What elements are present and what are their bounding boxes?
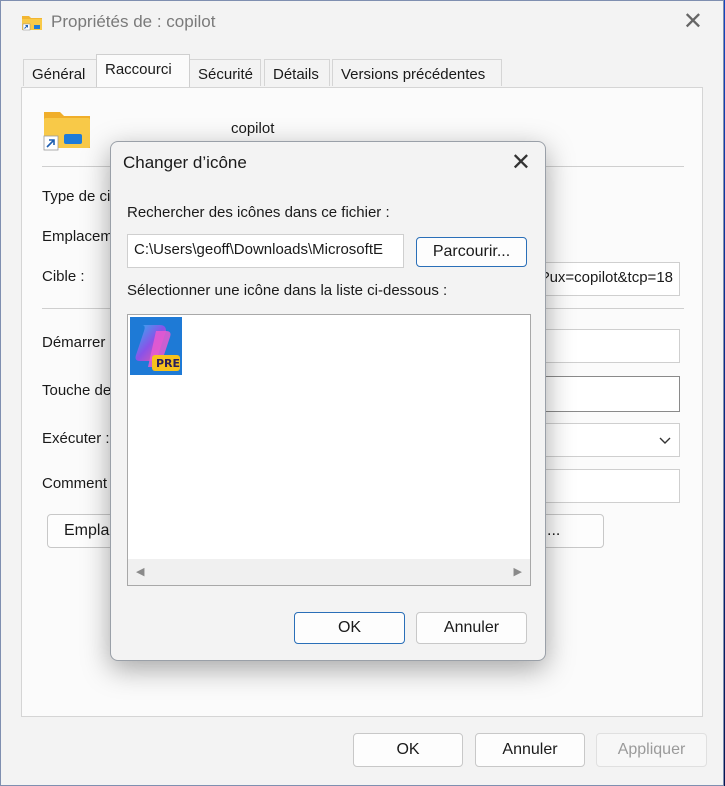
change-icon-dialog: Changer d’icône ✕ Rechercher des icônes … xyxy=(110,141,546,661)
location-label: Emplacem xyxy=(42,228,113,245)
target-label: Cible : xyxy=(42,268,85,285)
ok-button[interactable]: OK xyxy=(353,733,463,767)
shortcut-folder-icon xyxy=(42,106,92,152)
scroll-left-icon[interactable]: ◀ xyxy=(136,565,144,578)
cancel-button[interactable]: Annuler xyxy=(475,733,585,767)
scroll-right-icon[interactable]: ▶ xyxy=(514,565,522,578)
close-icon[interactable]: ✕ xyxy=(511,148,531,177)
tab-details[interactable]: Détails xyxy=(264,59,330,86)
title-bar: Propriétés de : copilot ✕ xyxy=(1,1,723,45)
icon-list[interactable]: PRE ◀ ▶ xyxy=(127,314,531,586)
file-path-input[interactable]: C:\Users\geoff\Downloads\MicrosoftE xyxy=(127,234,404,268)
tab-previous-versions[interactable]: Versions précédentes xyxy=(332,59,502,86)
apply-button[interactable]: Appliquer xyxy=(596,733,707,767)
type-label: Type de ci xyxy=(42,188,111,205)
copilot-pre-icon[interactable]: PRE xyxy=(130,317,182,375)
dialog-cancel-button[interactable]: Annuler xyxy=(416,612,527,644)
close-icon[interactable]: ✕ xyxy=(683,9,703,35)
window-title: Propriétés de : copilot xyxy=(51,12,216,31)
list-label: Sélectionner une icône dans la liste ci-… xyxy=(127,282,448,299)
horizontal-scrollbar[interactable]: ◀ ▶ xyxy=(128,559,530,585)
chevron-down-icon xyxy=(659,432,671,449)
start-in-label: Démarrer xyxy=(42,334,106,351)
pre-badge: PRE xyxy=(156,357,181,370)
folder-shortcut-icon xyxy=(21,13,43,31)
shortcut-key-label: Touche de xyxy=(42,382,112,399)
dialog-title: Changer d’icône xyxy=(123,153,247,172)
search-label: Rechercher des icônes dans ce fichier : xyxy=(127,204,390,221)
browse-button[interactable]: Parcourir... xyxy=(416,237,527,267)
tab-general[interactable]: Général xyxy=(23,59,97,86)
dialog-ok-button[interactable]: OK xyxy=(294,612,405,644)
comment-label: Comment xyxy=(42,475,108,492)
tab-security[interactable]: Sécurité xyxy=(189,59,261,86)
tab-shortcut[interactable]: Raccourci xyxy=(96,54,190,87)
run-label: Exécuter : xyxy=(42,430,110,447)
shortcut-name: copilot xyxy=(231,120,275,137)
